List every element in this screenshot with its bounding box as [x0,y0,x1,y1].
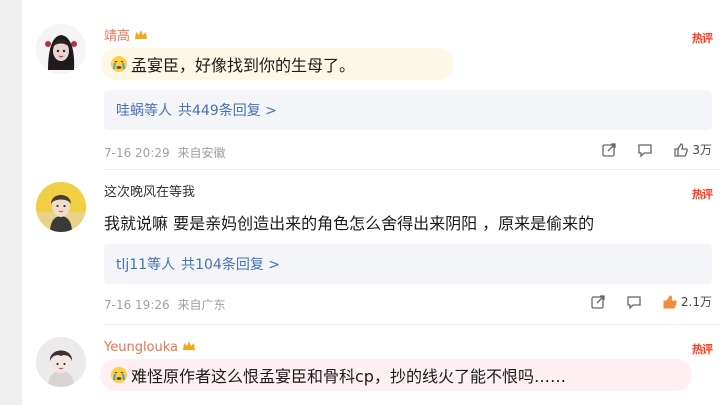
username[interactable]: 靖高 [104,28,148,46]
comment-text-content: 难怪原作者这么恨孟宴臣和骨科cp，抄的线火了能不恨吗…… [131,367,566,386]
reply-users[interactable]: 哇蜗等人 [116,100,172,120]
comment-actions: 3万 [601,141,712,158]
like-count: 2.1万 [680,295,712,309]
crying-emoji-icon [111,367,127,383]
comment-icon [627,295,641,310]
replies-link[interactable]: 哇蜗等人 共449条回复 > [104,90,712,130]
comment-item: 这次晚风在等我 热评 我就说嘛 要是亲妈创造出来的角色怎么舍得出来阴阳 ，原来是… [22,170,720,325]
avatar[interactable] [36,182,86,232]
comment-actions: 2.1万 [590,293,712,310]
hot-comment-badge: 热评 [692,343,713,356]
comment-location: 来自安徽 [177,146,226,160]
comment-time: 7-16 20:29 [104,146,170,160]
like-icon [663,294,677,308]
avatar[interactable] [36,337,86,387]
like-button[interactable]: 3万 [673,141,712,158]
username[interactable]: 这次晚风在等我 [104,184,195,202]
comment-time: 7-16 19:26 [104,298,170,312]
comment-meta: 7-16 19:26 来自广东 [104,296,225,313]
share-icon [602,142,617,157]
username-text[interactable]: 这次晚风在等我 [104,185,195,200]
reply-users[interactable]: tlj11等人 [116,254,175,274]
replies-link[interactable]: tlj11等人 共104条回复 > [104,244,712,284]
comment-button[interactable] [626,294,642,310]
like-count: 3万 [692,143,712,157]
hot-comment-badge: 热评 [692,188,713,201]
share-icon [591,294,605,309]
comment-text: 难怪原作者这么恨孟宴臣和骨科cp，抄的线火了能不恨吗…… [100,359,692,391]
username-text[interactable]: 靖高 [104,29,130,44]
avatar[interactable] [36,24,86,74]
share-button[interactable] [590,294,606,310]
crown-icon [183,341,196,350]
like-icon [674,142,689,157]
reply-count[interactable]: 共449条回复 > [178,100,277,120]
share-button[interactable] [601,142,617,158]
comment-location: 来自广东 [177,298,226,312]
comment-item: 靖高 热评 孟宴臣，好像找到你的生母了。 哇蜗等人 共449条回复 > 7-16… [22,0,720,170]
comment-icon [638,143,653,158]
comment-meta: 7-16 20:29 来自安徽 [104,144,225,161]
comment-item: Yeunglouka 热评 难怪原作者这么恨孟宴臣和骨科cp，抄的线火了能不恨吗… [22,325,720,405]
username-text[interactable]: Yeunglouka [104,340,178,355]
like-button[interactable]: 2.1万 [662,293,712,310]
comment-text: 我就说嘛 要是亲妈创造出来的角色怎么舍得出来阴阳 ，原来是偷来的 [104,214,595,233]
reply-count[interactable]: 共104条回复 > [181,254,280,274]
comment-button[interactable] [637,142,653,158]
username[interactable]: Yeunglouka [104,339,196,357]
crown-icon [135,30,148,39]
comment-text-content: 孟宴臣，好像找到你的生母了。 [131,56,356,75]
hot-comment-badge: 热评 [692,32,713,45]
comment-list: 靖高 热评 孟宴臣，好像找到你的生母了。 哇蜗等人 共449条回复 > 7-16… [22,0,720,405]
comment-text: 孟宴臣，好像找到你的生母了。 [100,48,454,80]
crying-emoji-icon [111,56,127,72]
